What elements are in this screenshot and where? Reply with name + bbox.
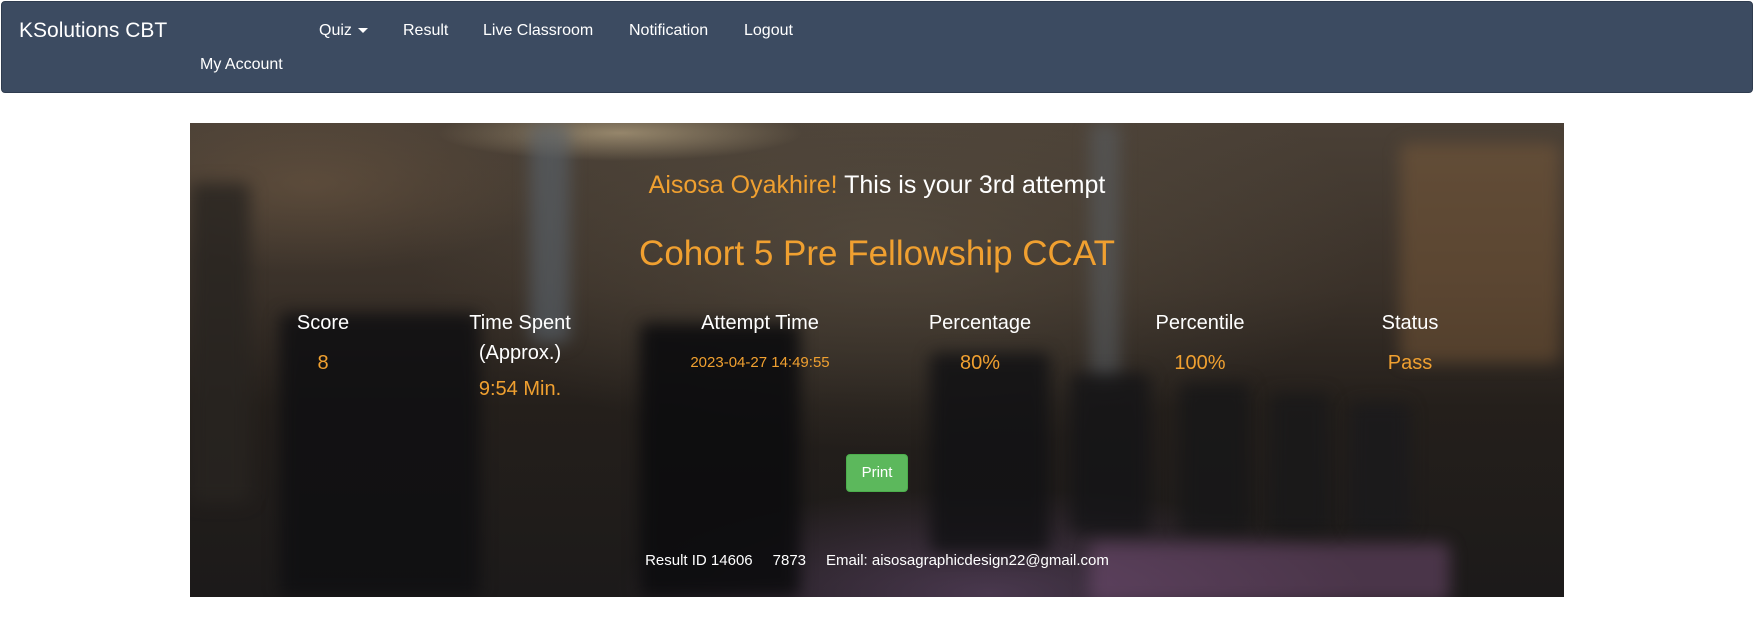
nav-my-account[interactable]: My Account — [200, 55, 283, 75]
stat-status: Status Pass — [1350, 309, 1470, 377]
nav-live-classroom[interactable]: Live Classroom — [483, 21, 593, 41]
stat-score: Score 8 — [263, 309, 383, 377]
quiz-title: Cohort 5 Pre Fellowship CCAT — [639, 234, 1115, 273]
stat-value: 8 — [317, 352, 329, 374]
stat-label: Attempt Time — [701, 312, 819, 334]
stat-percentage: Percentage 80% — [910, 309, 1050, 377]
attempt-text: This is your 3rd attempt — [844, 171, 1106, 199]
user-name: Aisosa Oyakhire! — [648, 171, 838, 199]
stat-label-sub: (Approx.) — [478, 342, 562, 364]
stat-percentile: Percentile 100% — [1130, 309, 1270, 377]
nav-notification[interactable]: Notification — [629, 21, 708, 41]
status-value: Pass — [1387, 352, 1433, 374]
result-id: Result ID 14606 — [645, 552, 753, 569]
stat-label: Status — [1381, 312, 1439, 334]
stat-value: 2023-04-27 14:49:55 — [690, 354, 830, 371]
result-panel: Aisosa Oyakhire! This is your 3rd attemp… — [190, 123, 1564, 597]
stat-label: Percentile — [1155, 312, 1245, 334]
nav-quiz-label: Quiz — [319, 22, 352, 39]
top-navbar: KSolutions CBT Quiz Result Live Classroo… — [1, 1, 1753, 93]
nav-result[interactable]: Result — [403, 21, 448, 41]
brand-link[interactable]: KSolutions CBT — [19, 18, 167, 44]
result-code: 7873 — [772, 552, 807, 569]
attempt-greeting: Aisosa Oyakhire! This is your 3rd attemp… — [190, 169, 1564, 201]
stat-attempt-time: Attempt Time 2023-04-27 14:49:55 — [660, 309, 860, 377]
user-email: Email: aisosagraphicdesign22@gmail.com — [826, 552, 1109, 569]
stat-time-spent: Time Spent (Approx.) 9:54 Min. — [450, 309, 590, 403]
stat-value: 9:54 Min. — [478, 378, 562, 400]
result-footer: Result ID 14606 7873 Email: aisosagraphicd… — [190, 551, 1564, 571]
stat-label: Percentage — [928, 312, 1032, 334]
stat-value: 80% — [959, 352, 1001, 374]
stat-value: 100% — [1174, 352, 1226, 374]
nav-quiz-dropdown[interactable]: Quiz — [319, 21, 368, 41]
print-button[interactable]: Print — [846, 454, 908, 492]
stat-label: Score — [296, 312, 350, 334]
caret-down-icon — [357, 28, 368, 34]
nav-logout[interactable]: Logout — [744, 21, 793, 41]
stat-label: Time Spent — [469, 312, 571, 334]
